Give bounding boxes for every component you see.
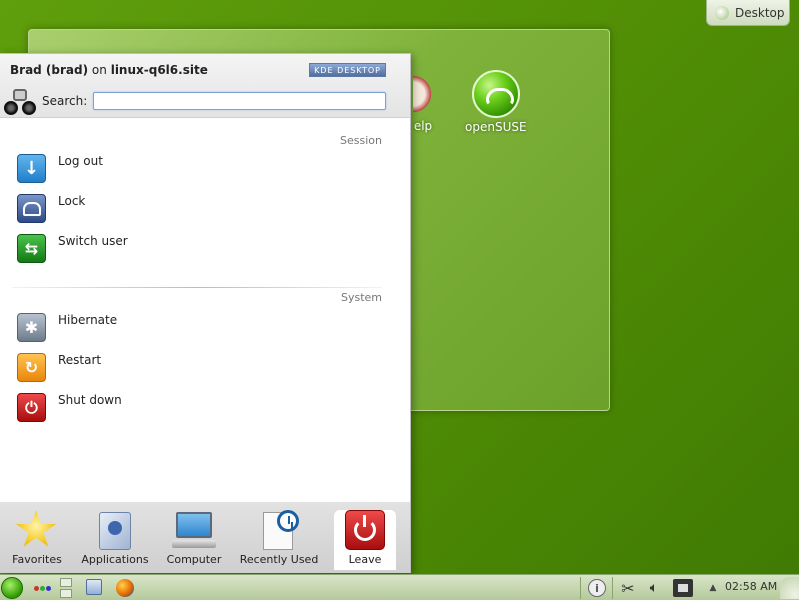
hibernate-label: Hibernate: [58, 313, 118, 327]
search-input[interactable]: [93, 92, 387, 110]
host-name: linux-q6l6.site: [110, 63, 208, 77]
tab-applications[interactable]: Applications: [78, 510, 152, 570]
lock-icon: [17, 194, 46, 223]
tab-leave[interactable]: Leave: [334, 510, 396, 570]
desktop-icon-help[interactable]: elp: [413, 72, 433, 133]
panel-clock[interactable]: 02:58 AM: [725, 580, 777, 593]
lock-label: Lock: [58, 194, 86, 208]
shutdown-label: Shut down: [58, 393, 122, 407]
section-divider: [12, 287, 382, 288]
desktop-toolbox-button[interactable]: Desktop: [706, 0, 790, 26]
logout-item[interactable]: ↓ Log out: [17, 154, 103, 183]
tab-computer[interactable]: Computer: [157, 510, 231, 570]
switch-user-icon: ⇆: [17, 234, 46, 263]
desktop-icon-label: elp: [413, 119, 433, 133]
applications-icon: [93, 510, 137, 550]
restart-item[interactable]: ↻ Restart: [17, 353, 101, 382]
menu-header: Brad (brad) on linux-q6l6.site KDE DESKT…: [0, 54, 410, 118]
user-info: Brad (brad) on linux-q6l6.site: [10, 63, 208, 77]
restart-icon: ↻: [17, 353, 46, 382]
user-name: Brad (brad): [10, 63, 89, 77]
network-icon[interactable]: [673, 579, 693, 597]
opensuse-icon: [471, 70, 520, 118]
shutdown-item[interactable]: ⏻ Shut down: [17, 393, 122, 422]
tray-separator: [580, 577, 581, 599]
restart-label: Restart: [58, 353, 102, 367]
tab-label: Applications: [81, 553, 149, 566]
shutdown-icon: ⏻: [17, 393, 46, 422]
hibernate-item[interactable]: ✱ Hibernate: [17, 313, 117, 342]
lock-item[interactable]: Lock: [17, 194, 85, 223]
firefox-icon[interactable]: [116, 579, 134, 597]
logout-label: Log out: [58, 154, 103, 168]
activity-dots-icon[interactable]: [33, 579, 51, 597]
section-title-session: Session: [340, 134, 382, 147]
volume-icon[interactable]: 🔈︎: [644, 579, 664, 597]
tab-label: Computer: [166, 553, 222, 566]
tab-label: Leave: [348, 553, 382, 566]
tab-favorites[interactable]: Favorites: [0, 510, 74, 570]
task-manager-icon[interactable]: [86, 579, 102, 595]
kickoff-menu: Brad (brad) on linux-q6l6.site KDE DESKT…: [0, 53, 411, 573]
tab-label: Recently Used: [239, 553, 319, 566]
recently-used-icon: [257, 510, 301, 550]
tray-separator: [612, 577, 613, 599]
kde-badge-label: KDE DESKTOP: [314, 65, 381, 75]
info-icon[interactable]: i: [588, 579, 606, 597]
logout-icon: ↓: [17, 154, 46, 183]
kde-desktop-badge: KDE DESKTOP: [309, 63, 386, 77]
leave-icon: [343, 510, 387, 550]
bottom-panel: i ✂ 🔈︎ ▲ 02:58 AM: [0, 574, 799, 600]
menu-tab-bar: Favorites Applications Computer Recently…: [0, 502, 410, 573]
binoculars-icon: [4, 87, 36, 115]
pager-widget[interactable]: [60, 578, 72, 598]
desktop-toolbox-icon: [715, 5, 729, 20]
switch-user-item[interactable]: ⇆ Switch user: [17, 234, 128, 263]
panel-toolbox-cashew[interactable]: [780, 577, 799, 599]
hibernate-icon: ✱: [17, 313, 46, 342]
on-text: on: [91, 63, 107, 77]
clipboard-scissors-icon[interactable]: ✂: [619, 579, 637, 598]
desktop-icon-opensuse[interactable]: openSUSE: [465, 70, 527, 134]
tray-expand-arrow-icon[interactable]: ▲: [706, 579, 720, 597]
section-title-system: System: [340, 291, 382, 304]
help-icon: [413, 72, 433, 116]
tab-label: Favorites: [12, 553, 62, 566]
tab-recently-used[interactable]: Recently Used: [236, 510, 322, 570]
leave-panel: Session ↓ Log out Lock ⇆ Switch user Sys…: [0, 118, 410, 502]
switch-user-label: Switch user: [58, 234, 128, 248]
search-row: Search:: [4, 87, 387, 115]
desktop-toolbox-label: Desktop: [735, 5, 785, 20]
desktop-icon-label: openSUSE: [465, 120, 527, 134]
star-icon: [15, 510, 59, 550]
search-label: Search:: [42, 94, 88, 108]
computer-icon: [172, 510, 216, 550]
kickoff-launcher-icon[interactable]: [1, 577, 23, 599]
